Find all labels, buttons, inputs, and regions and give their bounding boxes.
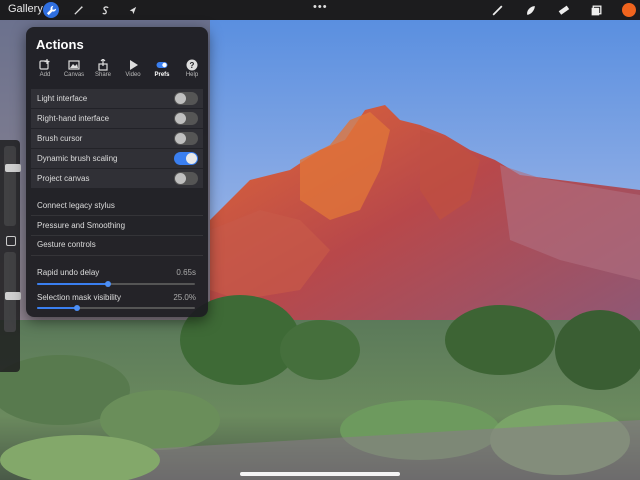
light-interface-toggle[interactable] [174,92,198,105]
rapid-undo-delay-slider[interactable] [37,281,195,287]
tab-add[interactable]: Add [30,59,60,83]
divider [31,235,203,236]
color-picker-button[interactable] [622,3,636,17]
tab-label: Add [39,72,51,78]
gallery-button[interactable]: Gallery [8,3,43,15]
more-menu-icon[interactable]: ••• [313,1,328,13]
toggle-label: Project canvas [37,174,90,183]
help-icon: ? [186,59,198,71]
svg-text:?: ? [190,61,195,70]
toggle-label: Brush cursor [37,134,83,143]
divider [31,215,203,216]
panel-title: Actions [36,37,84,52]
eraser-icon[interactable] [555,2,571,18]
rapid-undo-delay-label: Rapid undo delay [37,268,100,277]
left-sidebar [0,140,21,372]
opacity-thumb[interactable] [5,292,21,300]
toggle-label: Right-hand interface [37,114,110,123]
row-project-canvas: Project canvas [31,169,203,188]
gesture-controls-link[interactable]: Gesture controls [37,240,96,249]
slider-thumb[interactable] [74,305,80,311]
transform-arrow-icon[interactable] [124,2,140,18]
row-right-hand-interface: Right-hand interface [31,109,203,128]
actions-wrench-icon[interactable] [43,2,59,18]
tab-video[interactable]: Video [118,59,148,83]
brush-size-slider[interactable] [4,146,21,226]
row-brush-cursor: Brush cursor [31,129,203,148]
project-canvas-toggle[interactable] [174,172,198,185]
image-icon [68,60,80,70]
brush-size-thumb[interactable] [5,164,21,172]
tab-label: Help [185,72,199,78]
tab-label: Prefs [154,72,170,78]
tab-help[interactable]: ? Help [177,59,207,83]
row-dynamic-brush-scaling: Dynamic brush scaling [31,149,203,168]
modify-square-button[interactable] [6,236,16,246]
tab-prefs[interactable]: Prefs [147,59,177,83]
pressure-and-smoothing-link[interactable]: Pressure and Smoothing [37,221,125,230]
divider [31,255,203,256]
rapid-undo-delay-value: 0.65s [176,268,196,277]
opacity-slider[interactable] [4,252,21,332]
dynamic-brush-scaling-toggle[interactable] [174,152,198,165]
play-icon [130,60,138,70]
layers-icon[interactable] [588,2,604,18]
connect-legacy-stylus-link[interactable]: Connect legacy stylus [37,201,115,210]
tab-share[interactable]: Share [88,59,118,83]
tab-label: Share [94,72,111,78]
slider-thumb[interactable] [105,281,111,287]
selection-mask-visibility-slider[interactable] [37,305,195,311]
add-icon [39,59,50,70]
top-toolbar: Gallery ••• [0,0,640,20]
right-hand-interface-toggle[interactable] [174,112,198,125]
toggle-label: Dynamic brush scaling [37,154,118,163]
adjustments-magic-wand-icon[interactable] [70,2,86,18]
home-indicator[interactable] [240,472,400,476]
actions-tabs: Add Canvas Share Video Prefs ? Help [30,59,206,83]
selection-s-icon[interactable] [97,2,113,18]
smudge-icon[interactable] [522,2,538,18]
row-light-interface: Light interface [31,89,203,108]
toggle-label: Light interface [37,94,88,103]
brush-icon[interactable] [489,2,505,18]
tab-label: Video [125,72,141,78]
tab-label: Canvas [63,72,85,78]
selection-mask-visibility-value: 25.0% [173,293,196,302]
selection-mask-visibility-label: Selection mask visibility [37,293,122,302]
share-icon [98,59,108,71]
tab-canvas[interactable]: Canvas [59,59,89,83]
actions-panel: Actions Add Canvas Share Video Prefs ? H… [26,27,208,317]
brush-cursor-toggle[interactable] [174,132,198,145]
toggle-icon [156,62,168,68]
